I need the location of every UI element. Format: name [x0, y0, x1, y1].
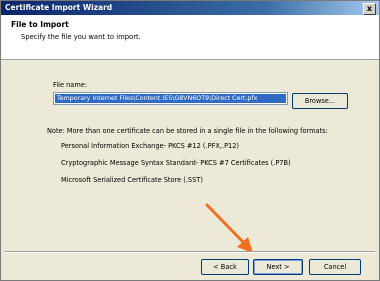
back-button[interactable]: < Back	[201, 259, 249, 275]
footer-separator	[5, 251, 375, 253]
next-button[interactable]: Next >	[253, 259, 303, 275]
certificate-import-wizard-window: Certificate Import Wizard x File to Impo…	[0, 0, 380, 281]
cancel-button[interactable]: Cancel	[309, 259, 361, 275]
orange-arrow-annotation	[205, 203, 253, 253]
